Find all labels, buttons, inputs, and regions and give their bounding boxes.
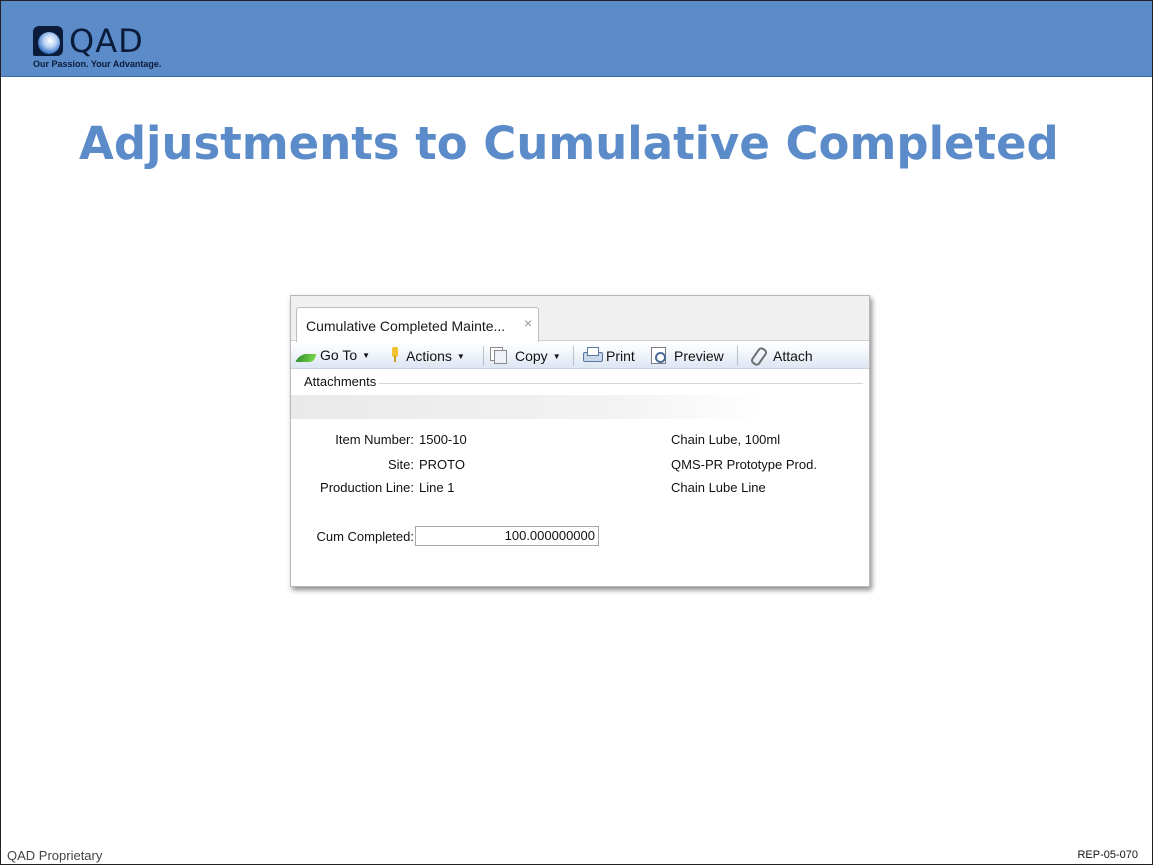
attachments-divider <box>379 383 863 384</box>
goto-arrow-icon <box>297 352 315 362</box>
header-bar: QAD Our Passion. Your Advantage. <box>1 1 1152 77</box>
tab-label: Cumulative Completed Mainte... <box>306 318 506 334</box>
print-label: Print <box>606 348 635 364</box>
close-icon[interactable]: × <box>524 315 532 331</box>
qad-logo-icon <box>33 26 63 56</box>
chevron-down-icon: ▼ <box>456 352 465 361</box>
chevron-down-icon: ▼ <box>552 352 561 361</box>
logo-tagline: Our Passion. Your Advantage. <box>33 59 162 69</box>
tab-cumulative-completed[interactable]: Cumulative Completed Mainte... × <box>296 307 539 342</box>
site-label: Site: <box>387 457 414 472</box>
preview-icon <box>651 347 666 364</box>
tab-strip: Cumulative Completed Mainte... × <box>291 296 869 342</box>
actions-label: Actions <box>406 348 452 364</box>
logo-word: QAD <box>69 22 144 60</box>
cum-completed-field[interactable]: 100.000000000 <box>415 526 599 546</box>
actions-button[interactable]: Actions ▼ <box>389 347 465 365</box>
goto-label: Go To <box>320 347 358 363</box>
item-description: Chain Lube, 100ml <box>671 432 781 447</box>
cumulative-completed-window: Cumulative Completed Mainte... × Go To ▼ … <box>290 295 870 587</box>
copy-icon <box>490 347 507 364</box>
actions-pin-icon <box>389 347 401 363</box>
copy-button[interactable]: Copy ▼ <box>490 347 561 365</box>
print-button[interactable]: Print <box>583 347 635 364</box>
cum-completed-label: Cum Completed: <box>316 529 414 544</box>
goto-button[interactable]: Go To ▼ <box>297 347 370 364</box>
site-description: QMS-PR Prototype Prod. <box>671 457 817 472</box>
slide-title: Adjustments to Cumulative Completed <box>79 117 1059 170</box>
paperclip-icon <box>749 347 765 363</box>
toolbar-separator <box>737 346 738 366</box>
attach-label: Attach <box>773 348 813 364</box>
printer-icon <box>583 347 603 363</box>
attach-button[interactable]: Attach <box>749 347 813 364</box>
production-line-description: Chain Lube Line <box>671 480 766 495</box>
attachments-label: Attachments <box>304 374 377 389</box>
toolbar: Go To ▼ Actions ▼ Copy ▼ Print Preview Atta… <box>291 342 869 369</box>
attachments-section[interactable]: Attachments <box>291 370 869 392</box>
footer-slide-code: REP-05-070 <box>1077 849 1138 861</box>
production-line-value: Line 1 <box>419 480 455 495</box>
production-line-label: Production Line: <box>320 480 414 495</box>
site-value: PROTO <box>419 457 465 472</box>
toolbar-separator <box>483 346 484 366</box>
toolbar-separator <box>573 346 574 366</box>
preview-label: Preview <box>674 348 724 364</box>
preview-button[interactable]: Preview <box>651 347 724 364</box>
item-number-label: Item Number: <box>335 432 414 447</box>
chevron-down-icon: ▼ <box>362 351 371 360</box>
header-band <box>291 395 761 419</box>
footer-proprietary: QAD Proprietary <box>7 848 103 863</box>
item-number-value: 1500-10 <box>419 432 467 447</box>
slide: QAD Our Passion. Your Advantage. Adjustm… <box>0 0 1153 865</box>
copy-label: Copy <box>515 348 548 364</box>
